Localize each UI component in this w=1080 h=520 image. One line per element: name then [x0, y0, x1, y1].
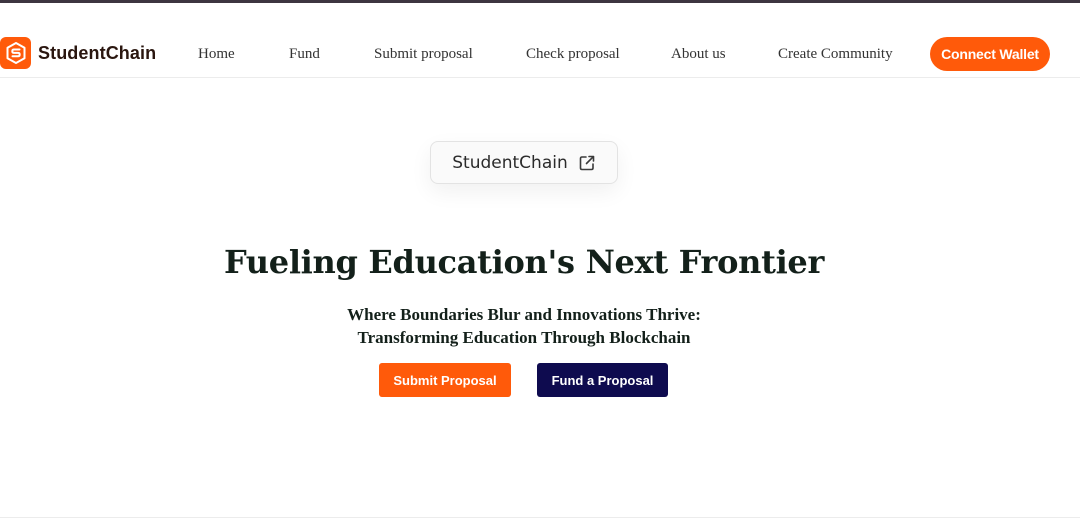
hero-subtitle-line-2: Transforming Education Through Blockchai…: [357, 328, 691, 347]
fund-proposal-button[interactable]: Fund a Proposal: [537, 363, 668, 397]
brand-logo-link[interactable]: StudentChain: [0, 37, 156, 69]
hero-subtitle-line-1: Where Boundaries Blur and Innovations Th…: [347, 305, 701, 324]
badge-label: StudentChain: [452, 152, 568, 173]
nav-link-fund[interactable]: Fund: [289, 45, 320, 63]
connect-wallet-button[interactable]: Connect Wallet: [930, 37, 1050, 71]
external-link-icon: [578, 154, 596, 172]
section-divider: [0, 517, 1080, 518]
studentchain-badge-link[interactable]: StudentChain: [430, 141, 618, 184]
nav-link-create-community[interactable]: Create Community: [778, 45, 893, 63]
nav-link-submit-proposal[interactable]: Submit proposal: [374, 45, 473, 63]
shield-s-logo-icon: [0, 37, 31, 69]
nav-link-about-us[interactable]: About us: [671, 45, 726, 63]
submit-proposal-button[interactable]: Submit Proposal: [379, 363, 511, 397]
nav-link-home[interactable]: Home: [198, 45, 235, 63]
top-navbar: StudentChain Home Fund Submit proposal C…: [0, 3, 1080, 78]
hero-title: Fueling Education's Next Frontier: [223, 243, 825, 281]
brand-name: StudentChain: [38, 42, 157, 63]
nav-link-check-proposal[interactable]: Check proposal: [526, 45, 620, 63]
